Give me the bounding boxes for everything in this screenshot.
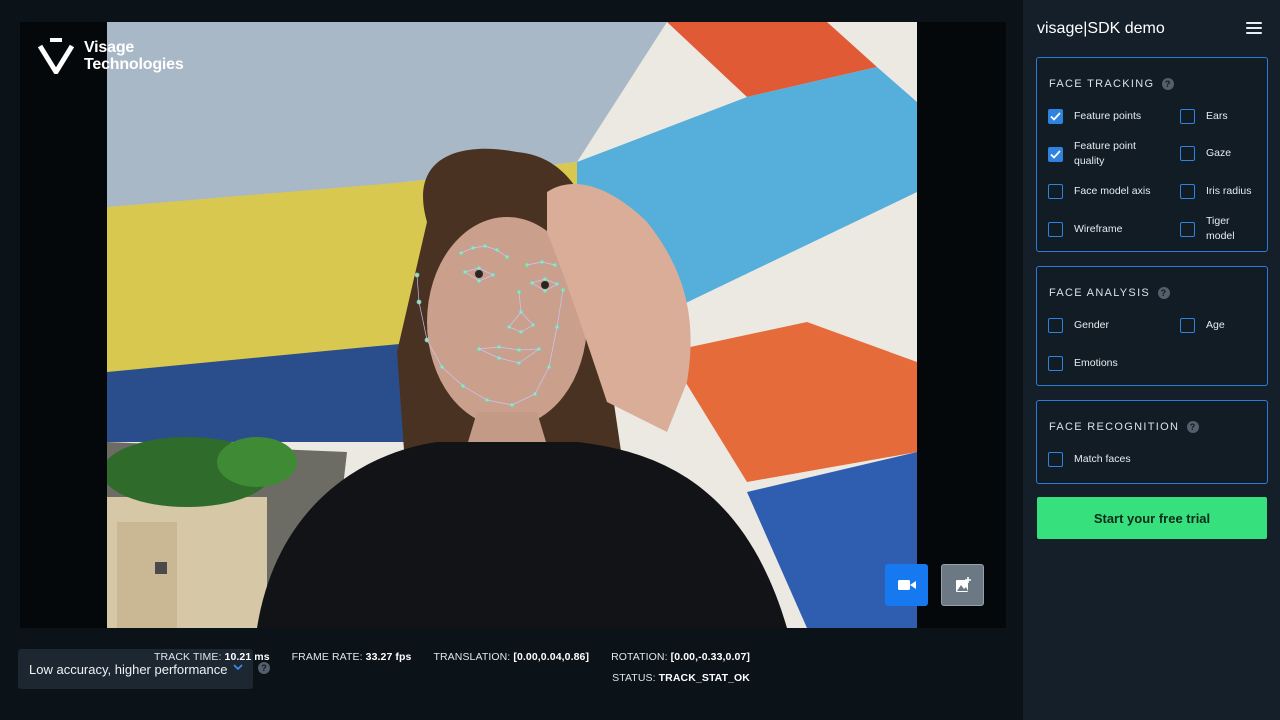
translation-value: [0.00,0.04,0.86] (513, 651, 590, 663)
translation-stat: TRANSLATION: [0.00,0.04,0.86] (433, 651, 589, 664)
face-analysis-title: FACE ANALYSIS ? (1049, 287, 1171, 299)
option-gender[interactable]: Gender (1048, 318, 1109, 333)
feature-point-quality-label: Feature point quality (1074, 140, 1136, 167)
gender-label: Gender (1074, 319, 1110, 331)
iris-radius-checkbox[interactable] (1180, 184, 1195, 199)
face-recognition-title: FACE RECOGNITION ? (1049, 421, 1200, 433)
camera-feed (107, 22, 917, 628)
age-label: Age (1206, 319, 1225, 331)
emotions-checkbox[interactable] (1048, 356, 1063, 371)
video-camera-icon (897, 580, 916, 590)
frame-rate-stat: FRAME RATE: 33.27 fps (292, 651, 412, 664)
wireframe-label: Wireframe (1074, 223, 1123, 235)
hamburger-menu-icon[interactable] (1246, 22, 1262, 34)
face-analysis-title-text: FACE ANALYSIS (1049, 287, 1151, 299)
face-recognition-panel: FACE RECOGNITION ? Match faces (1036, 400, 1268, 484)
iris-radius-label: Iris radius (1206, 185, 1252, 197)
tiger-model-label: Tiger model (1206, 215, 1235, 242)
feature-points-label: Feature points (1074, 110, 1142, 122)
gaze-checkbox[interactable] (1180, 146, 1195, 161)
face-model-axis-checkbox[interactable] (1048, 184, 1063, 199)
track-time-value: 10.21 ms (224, 651, 270, 663)
feature-points-checkbox[interactable] (1048, 109, 1063, 124)
option-feature-points[interactable]: Feature points (1048, 109, 1141, 124)
gender-checkbox[interactable] (1048, 318, 1063, 333)
option-wireframe[interactable]: Wireframe (1048, 222, 1122, 237)
check-icon (1050, 149, 1061, 159)
gaze-label: Gaze (1206, 147, 1232, 159)
camera-feed-image (107, 22, 917, 628)
option-gaze[interactable]: Gaze (1180, 146, 1231, 161)
ears-label: Ears (1206, 110, 1228, 122)
face-recognition-help-icon[interactable]: ? (1187, 421, 1200, 433)
face-analysis-panel: FACE ANALYSIS ? Gender Age Emotions (1036, 266, 1268, 386)
visage-logo-icon (38, 38, 75, 74)
match-faces-checkbox[interactable] (1048, 452, 1063, 467)
face-tracking-title: FACE TRACKING ? (1049, 78, 1175, 90)
option-face-model-axis[interactable]: Face model axis (1048, 184, 1150, 199)
track-time-stat: TRACK TIME: 10.21 ms (154, 651, 270, 664)
face-tracking-help-icon[interactable]: ? (1162, 78, 1175, 90)
emotions-label: Emotions (1074, 357, 1118, 369)
feature-point-quality-checkbox[interactable] (1048, 146, 1063, 162)
logo-line-1: Visage (84, 39, 135, 56)
logo-line-2: Technologies (84, 56, 184, 73)
option-iris-radius[interactable]: Iris radius (1180, 184, 1252, 199)
sidebar: visage|SDK demo FACE TRACKING ? Feature … (1023, 0, 1280, 720)
wireframe-checkbox[interactable] (1048, 222, 1063, 237)
rotation-stat: ROTATION: [0.00,-0.33,0.07] (611, 651, 750, 664)
image-source-button[interactable] (941, 564, 984, 606)
main-area: Visage Technologies Low accuracy, higher… (0, 0, 1023, 720)
face-analysis-help-icon[interactable]: ? (1158, 287, 1171, 299)
rotation-value: [0.00,-0.33,0.07] (670, 651, 750, 663)
status-value: TRACK_STAT_OK (658, 672, 750, 684)
camera-source-button[interactable] (885, 564, 928, 606)
ears-checkbox[interactable] (1180, 109, 1195, 124)
start-free-trial-button[interactable]: Start your free trial (1037, 497, 1267, 539)
face-tracking-panel: FACE TRACKING ? Feature points Ears Feat… (1036, 57, 1268, 252)
add-image-icon (955, 577, 971, 592)
option-emotions[interactable]: Emotions (1048, 356, 1118, 371)
frame-rate-value: 33.27 fps (365, 651, 412, 663)
option-match-faces[interactable]: Match faces (1048, 452, 1131, 467)
status-label: STATUS: (612, 672, 656, 684)
face-tracking-title-text: FACE TRACKING (1049, 78, 1155, 90)
face-model-axis-label: Face model axis (1074, 185, 1151, 197)
visage-logo: Visage Technologies (38, 38, 184, 74)
option-age[interactable]: Age (1180, 318, 1225, 333)
match-faces-label: Match faces (1074, 453, 1131, 465)
rotation-label: ROTATION: (611, 651, 668, 663)
face-recognition-title-text: FACE RECOGNITION (1049, 421, 1180, 433)
tiger-model-checkbox[interactable] (1180, 221, 1195, 237)
translation-label: TRANSLATION: (433, 651, 511, 663)
logo-text: Visage Technologies (84, 39, 184, 73)
option-tiger-model[interactable]: Tiger model (1180, 214, 1246, 244)
check-icon (1050, 112, 1061, 121)
frame-rate-label: FRAME RATE: (291, 651, 363, 663)
tracking-stats: TRACK TIME: 10.21 ms FRAME RATE: 33.27 f… (154, 651, 750, 685)
app-title: visage|SDK demo (1037, 20, 1165, 37)
age-checkbox[interactable] (1180, 318, 1195, 333)
option-ears[interactable]: Ears (1180, 109, 1228, 124)
status-stat: STATUS: TRACK_STAT_OK (612, 672, 750, 685)
option-feature-point-quality[interactable]: Feature point quality (1048, 139, 1168, 169)
track-time-label: TRACK TIME: (154, 651, 222, 663)
